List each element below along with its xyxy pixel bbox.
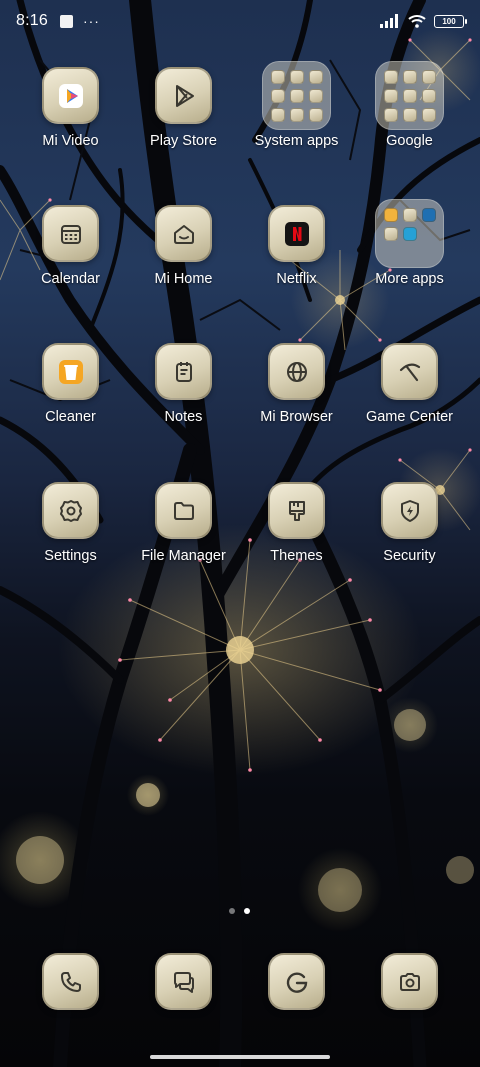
app-mi-browser[interactable]: Mi Browser bbox=[240, 343, 353, 425]
app-label: Game Center bbox=[365, 409, 454, 425]
dock-camera[interactable] bbox=[353, 953, 466, 1010]
app-play-store[interactable]: Play Store bbox=[127, 67, 240, 149]
camera-icon bbox=[381, 953, 438, 1010]
phone-icon bbox=[42, 953, 99, 1010]
play-store-icon bbox=[155, 67, 212, 124]
app-mi-home[interactable]: Mi Home bbox=[127, 205, 240, 287]
battery-icon: 100 bbox=[434, 14, 467, 28]
home-icon bbox=[155, 205, 212, 262]
app-file-manager[interactable]: File Manager bbox=[127, 482, 240, 564]
dock-messages[interactable] bbox=[127, 953, 240, 1010]
app-label: More apps bbox=[375, 271, 444, 287]
app-label: File Manager bbox=[141, 548, 226, 564]
netflix-icon bbox=[268, 205, 325, 262]
home-gesture-bar[interactable] bbox=[150, 1055, 330, 1059]
app-label: Mi Video bbox=[42, 133, 99, 149]
dock-phone[interactable] bbox=[14, 953, 127, 1010]
app-label: Themes bbox=[270, 548, 323, 564]
app-notes[interactable]: Notes bbox=[127, 343, 240, 425]
app-netflix[interactable]: Netflix bbox=[240, 205, 353, 287]
folder-system-apps[interactable]: System apps bbox=[240, 61, 353, 149]
google-icon bbox=[268, 953, 325, 1010]
app-label: Google bbox=[386, 133, 433, 149]
app-calendar[interactable]: Calendar bbox=[14, 205, 127, 287]
mi-video-icon bbox=[42, 67, 99, 124]
status-bar: 8:16 ··· 100 bbox=[0, 0, 480, 42]
folder-more-apps[interactable]: More apps bbox=[353, 199, 466, 287]
app-game-center[interactable]: Game Center bbox=[353, 343, 466, 425]
app-label: Mi Home bbox=[154, 271, 213, 287]
app-label: Cleaner bbox=[45, 409, 96, 425]
folder-icon bbox=[262, 61, 331, 130]
app-label: Calendar bbox=[41, 271, 100, 287]
page-indicator bbox=[229, 908, 250, 914]
app-label: Settings bbox=[44, 548, 97, 564]
game-center-icon bbox=[381, 343, 438, 400]
folder-icon bbox=[375, 199, 444, 268]
app-cleaner[interactable]: Cleaner bbox=[14, 343, 127, 425]
folder-icon bbox=[375, 61, 444, 130]
app-label: Play Store bbox=[150, 133, 217, 149]
notes-icon bbox=[155, 343, 212, 400]
notification-icon bbox=[59, 14, 73, 28]
page-dot-active[interactable] bbox=[244, 908, 250, 914]
globe-icon bbox=[268, 343, 325, 400]
app-label: System apps bbox=[254, 133, 339, 149]
app-label: Notes bbox=[164, 409, 203, 425]
battery-level: 100 bbox=[442, 16, 456, 26]
app-label: Netflix bbox=[276, 271, 317, 287]
messages-icon bbox=[155, 953, 212, 1010]
clock: 8:16 bbox=[16, 12, 48, 29]
app-mi-video[interactable]: Mi Video bbox=[14, 67, 127, 149]
more-notifications-icon: ··· bbox=[82, 13, 100, 29]
shield-bolt-icon bbox=[381, 482, 438, 539]
calendar-icon bbox=[42, 205, 99, 262]
folder-google[interactable]: Google bbox=[353, 61, 466, 149]
folder-outline-icon bbox=[155, 482, 212, 539]
dock-google[interactable] bbox=[240, 953, 353, 1010]
page-dot[interactable] bbox=[229, 908, 235, 914]
app-themes[interactable]: Themes bbox=[240, 482, 353, 564]
wifi-icon bbox=[408, 15, 426, 28]
brush-icon bbox=[268, 482, 325, 539]
app-label: Security bbox=[383, 548, 436, 564]
app-settings[interactable]: Settings bbox=[14, 482, 127, 564]
trash-icon bbox=[42, 343, 99, 400]
gear-icon bbox=[42, 482, 99, 539]
app-label: Mi Browser bbox=[260, 409, 333, 425]
signal-icon bbox=[380, 14, 398, 28]
app-security[interactable]: Security bbox=[353, 482, 466, 564]
